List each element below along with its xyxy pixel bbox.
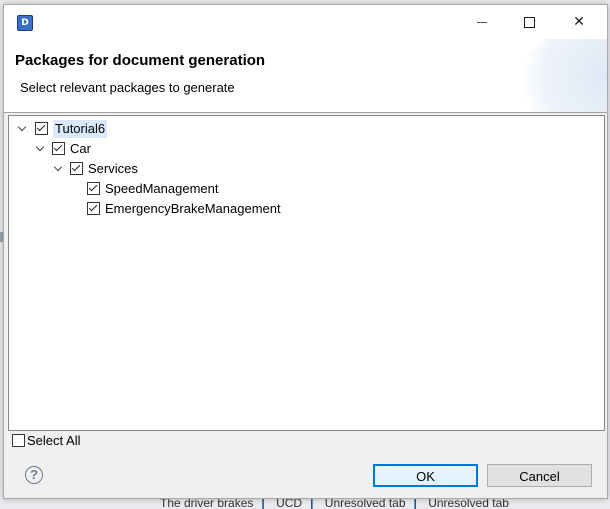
tree-node-label[interactable]: Services (88, 160, 138, 178)
select-all-label[interactable]: Select All (27, 433, 80, 449)
header-decoration (517, 39, 607, 113)
app-icon: D (17, 15, 33, 31)
bottom-tab[interactable]: The driver brakes (160, 498, 253, 509)
tree-node-label[interactable]: Car (70, 140, 91, 158)
tab-separator: | (261, 498, 265, 509)
background-bottom-tabs: The driver brakes | UCD | Unresolved tab | … (160, 498, 610, 509)
tab-separator: | (310, 498, 314, 509)
chevron-down-icon[interactable] (17, 124, 27, 134)
tree-node-label[interactable]: Tutorial6 (53, 120, 108, 138)
tree-node-label[interactable]: EmergencyBrakeManagement (105, 200, 281, 218)
dialog-title: Packages for document generation (15, 52, 266, 69)
header-divider (4, 112, 607, 113)
checkbox-services[interactable] (70, 162, 83, 175)
bottom-tab[interactable]: UCD (276, 498, 302, 509)
chevron-down-icon[interactable] (53, 164, 63, 174)
close-icon: ✕ (573, 14, 585, 30)
select-all-checkbox[interactable] (12, 434, 25, 447)
dialog-description: Select relevant packages to generate (20, 80, 235, 95)
minimize-icon (477, 21, 487, 23)
tree-node-label[interactable]: SpeedManagement (105, 180, 218, 198)
checkbox-tutorial6[interactable] (35, 122, 48, 135)
ok-button[interactable]: OK (373, 464, 478, 487)
package-tree[interactable]: Tutorial6 Car Services SpeedManagement E… (8, 115, 605, 431)
cancel-button[interactable]: Cancel (487, 464, 592, 487)
bottom-tab[interactable]: Unresolved tab (325, 498, 406, 509)
help-icon[interactable]: ? (25, 466, 43, 484)
bottom-tab[interactable]: Unresolved tab (428, 498, 509, 509)
tab-separator: | (413, 498, 417, 509)
maximize-icon (523, 16, 535, 28)
checkbox-emergencybrakemanagement[interactable] (87, 202, 100, 215)
packages-dialog: D ✕ Packages for document generation Sel… (3, 4, 608, 499)
checkbox-speedmanagement[interactable] (87, 182, 100, 195)
maximize-button[interactable] (506, 5, 552, 39)
close-button[interactable]: ✕ (556, 5, 602, 39)
chevron-down-icon[interactable] (35, 144, 45, 154)
checkbox-car[interactable] (52, 142, 65, 155)
dialog-header: Packages for document generation Select … (4, 39, 607, 113)
minimize-button[interactable] (459, 5, 505, 39)
dialog-titlebar[interactable]: D ✕ (4, 5, 607, 39)
